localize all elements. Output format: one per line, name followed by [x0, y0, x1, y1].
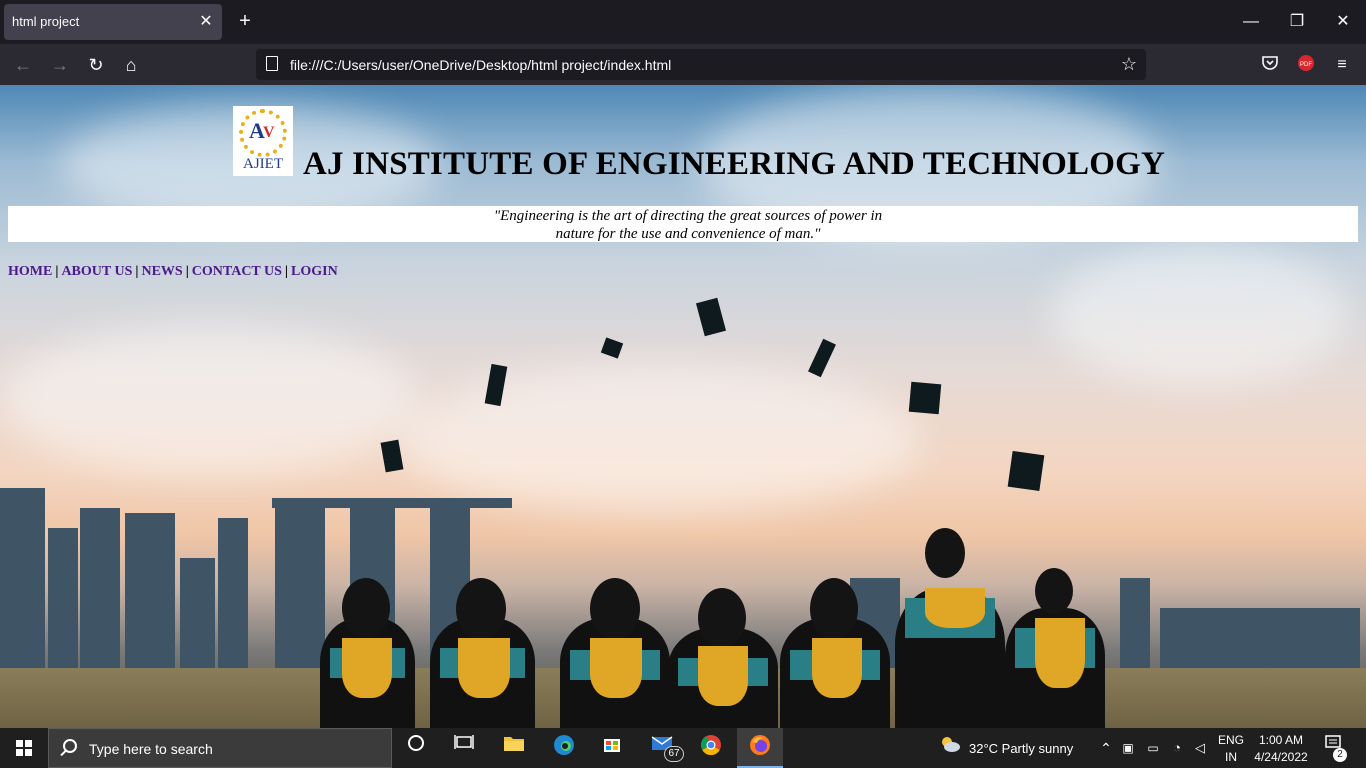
weather-icon[interactable] — [936, 734, 964, 762]
nav-link-login[interactable]: LOGIN — [291, 264, 338, 279]
clock-time[interactable]: 1:00 AM — [1250, 733, 1312, 747]
menu-hamburger-icon[interactable]: ≡ — [1331, 54, 1353, 76]
pocket-icon[interactable] — [1259, 54, 1281, 76]
address-bar[interactable]: file:///C:/Users/user/OneDrive/Desktop/h… — [256, 49, 1146, 80]
browser-tab-bar: html project ✕ + — ❐ ✕ — [0, 0, 1366, 44]
start-button[interactable] — [0, 728, 48, 768]
weather-text[interactable]: 32°C Partly sunny — [969, 741, 1073, 756]
college-logo: A V AJIET — [233, 106, 293, 176]
volume-muted-icon[interactable]: ◁ — [1186, 734, 1214, 762]
notification-count: 2 — [1333, 748, 1347, 762]
nav-separator: | — [284, 264, 289, 279]
windows-taskbar: Type here to search 67 32°C Partly sunny… — [0, 728, 1366, 768]
file-explorer-icon[interactable] — [500, 734, 528, 762]
back-arrow-icon[interactable]: ← — [10, 52, 36, 78]
close-window-button[interactable]: ✕ — [1328, 8, 1358, 36]
nav-link-about-us[interactable]: ABOUT US — [61, 264, 132, 279]
browser-toolbar: ← → ↻ ⌂ file:///C:/Users/user/OneDrive/D… — [0, 44, 1366, 85]
language-code[interactable]: ENG — [1216, 733, 1246, 747]
reload-icon[interactable]: ↻ — [83, 52, 109, 78]
nav-link-contact-us[interactable]: CONTACT US — [192, 264, 282, 279]
tab-title: html project — [12, 14, 80, 29]
firefox-icon[interactable] — [746, 734, 774, 762]
minimize-button[interactable]: — — [1236, 8, 1266, 36]
nav-link-home[interactable]: HOME — [8, 264, 52, 279]
cortana-icon[interactable] — [402, 734, 430, 762]
nav-separator: | — [135, 264, 139, 279]
language-region[interactable]: IN — [1216, 750, 1246, 764]
home-icon[interactable]: ⌂ — [118, 52, 144, 78]
url-text[interactable]: file:///C:/Users/user/OneDrive/Desktop/h… — [290, 57, 671, 73]
nav-separator: | — [55, 264, 59, 279]
pdf-extension-icon[interactable]: PDF — [1295, 54, 1317, 76]
page-icon — [266, 56, 278, 71]
meet-now-icon[interactable]: ▣ — [1114, 734, 1142, 762]
svg-text:PDF: PDF — [1300, 62, 1312, 68]
nav-link-news[interactable]: NEWS — [141, 264, 182, 279]
search-icon — [63, 739, 77, 753]
windows-logo-icon — [16, 740, 32, 756]
tab-close-icon[interactable]: ✕ — [196, 12, 216, 32]
page-title: AJ INSTITUTE OF ENGINEERING AND TECHNOLO… — [303, 146, 1165, 182]
mail-badge: 67 — [664, 746, 684, 762]
logo-text: AJIET — [243, 156, 283, 172]
main-nav: HOME | ABOUT US | NEWS | CONTACT US | LOGIN — [8, 264, 338, 280]
quote-banner: "Engineering is the art of directing the… — [8, 206, 1358, 242]
quote-text: "Engineering is the art of directing the… — [493, 208, 883, 242]
browser-tab[interactable]: html project ✕ — [4, 4, 222, 40]
microsoft-store-icon[interactable] — [598, 734, 626, 762]
task-view-icon[interactable] — [450, 734, 478, 762]
edge-browser-icon[interactable] — [550, 734, 578, 762]
nav-separator: | — [185, 264, 189, 279]
forward-arrow-icon[interactable]: → — [47, 52, 73, 78]
restore-button[interactable]: ❐ — [1282, 8, 1312, 36]
chrome-icon[interactable] — [697, 734, 725, 762]
page-content: A V AJIET AJ INSTITUTE OF ENGINEERING AN… — [0, 85, 1366, 728]
clock-date[interactable]: 4/24/2022 — [1250, 750, 1312, 764]
new-tab-button[interactable]: + — [234, 10, 256, 32]
taskbar-search-box[interactable]: Type here to search — [48, 728, 392, 768]
search-placeholder: Type here to search — [89, 741, 213, 757]
bookmark-star-icon[interactable]: ☆ — [1118, 53, 1140, 75]
